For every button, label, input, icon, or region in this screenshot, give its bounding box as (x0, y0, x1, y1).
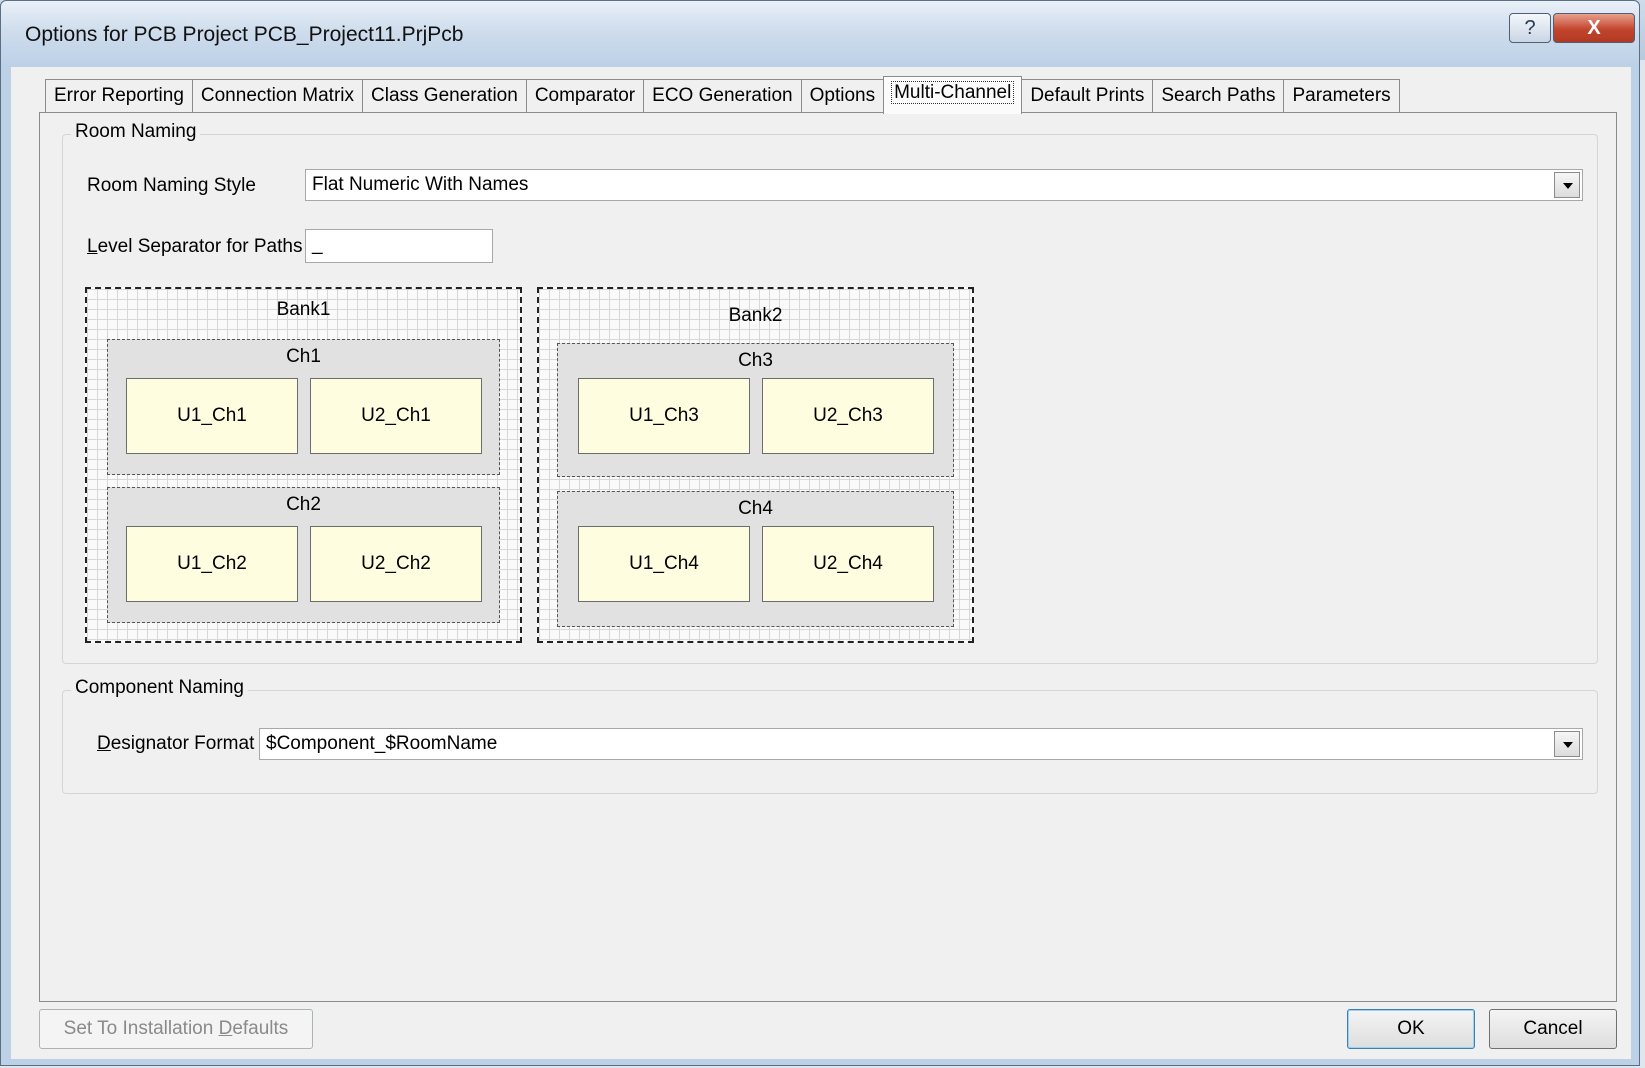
tab-label: Search Paths (1161, 85, 1276, 106)
tab-comparator[interactable]: Comparator (525, 79, 645, 112)
component-box: U2_Ch4 (762, 526, 934, 602)
tab-label: ECO Generation (652, 85, 793, 106)
channel-label: Ch1 (286, 346, 321, 367)
chevron-down-icon[interactable] (1554, 731, 1580, 757)
chevron-down-icon[interactable] (1554, 172, 1580, 198)
component-box: U1_Ch4 (578, 526, 750, 602)
tab-label: Connection Matrix (200, 85, 355, 106)
level-separator-label: Level Separator for Paths (87, 236, 302, 258)
level-separator-input[interactable]: _ (305, 229, 493, 263)
component-naming-group-label: Component Naming (71, 677, 248, 699)
designator-format-label: Designator Format (97, 733, 254, 755)
tab-label: Error Reporting (54, 85, 184, 106)
component-box: U1_Ch1 (126, 378, 298, 454)
component-box: U2_Ch1 (310, 378, 482, 454)
defaults-button-label-key: D (218, 1018, 233, 1039)
defaults-button-label-post: efaults (232, 1018, 289, 1039)
bank-label: Bank1 (276, 299, 331, 320)
help-button[interactable]: ? (1509, 13, 1551, 43)
designator-format-label-key: D (97, 733, 111, 754)
close-icon: X (1587, 17, 1601, 39)
channel-label: Ch4 (738, 498, 773, 519)
bank-box: Bank2 Ch3 U1_Ch3 U2_Ch3 Ch4 U1_Ch4 U2_Ch… (537, 287, 974, 643)
channel-box: Ch3 U1_Ch3 U2_Ch3 (557, 343, 954, 477)
tab-label: Default Prints (1030, 85, 1145, 106)
bank-label: Bank2 (728, 305, 783, 326)
designator-format-label-rest: esignator Format (110, 733, 255, 754)
designator-format-value: $Component_$RoomName (266, 733, 498, 754)
options-dialog: Options for PCB Project PCB_Project11.Pr… (0, 0, 1640, 1066)
multi-channel-pane: Room Naming Room Naming Style Flat Numer… (39, 112, 1617, 1002)
channel-box: Ch1 U1_Ch1 U2_Ch1 (107, 339, 500, 475)
tab-default-prints[interactable]: Default Prints (1021, 79, 1154, 112)
room-naming-group-label: Room Naming (71, 121, 201, 143)
level-separator-label-key: L (87, 236, 98, 257)
close-button[interactable]: X (1553, 13, 1635, 43)
tab-label: Multi-Channel (891, 81, 1015, 104)
designator-format-dropdown[interactable]: $Component_$RoomName (259, 728, 1583, 760)
bank-box: Bank1 Ch1 U1_Ch1 U2_Ch1 Ch2 U1_Ch2 U2_Ch… (85, 287, 522, 643)
room-naming-style-dropdown[interactable]: Flat Numeric With Names (305, 169, 1583, 201)
tab-connection-matrix[interactable]: Connection Matrix (191, 79, 364, 112)
defaults-button-label-pre: Set To Installation (63, 1018, 219, 1039)
tab-label: Options (809, 85, 876, 106)
component-box: U1_Ch3 (578, 378, 750, 454)
help-icon: ? (1524, 17, 1536, 39)
tab-strip: Error Reporting Connection Matrix Class … (45, 76, 1400, 114)
level-separator-label-rest: evel Separator for Paths (97, 236, 303, 257)
tab-class-generation[interactable]: Class Generation (362, 79, 527, 112)
window-title: Options for PCB Project PCB_Project11.Pr… (25, 23, 464, 46)
title-bar[interactable]: Options for PCB Project PCB_Project11.Pr… (1, 1, 1639, 67)
room-naming-group: Room Naming Room Naming Style Flat Numer… (62, 121, 1598, 664)
cancel-button[interactable]: Cancel (1489, 1009, 1617, 1049)
tab-label: Parameters (1292, 85, 1391, 106)
set-to-installation-defaults-button[interactable]: Set To Installation Defaults (39, 1009, 313, 1049)
component-naming-group: Component Naming Designator Format $Comp… (62, 677, 1598, 794)
channel-label: Ch2 (286, 494, 321, 515)
channel-box: Ch2 U1_Ch2 U2_Ch2 (107, 487, 500, 623)
tab-error-reporting[interactable]: Error Reporting (45, 79, 193, 112)
tab-label: Class Generation (371, 85, 518, 106)
tab-options[interactable]: Options (800, 79, 885, 112)
channel-box: Ch4 U1_Ch4 U2_Ch4 (557, 491, 954, 627)
tab-multi-channel[interactable]: Multi-Channel (883, 76, 1023, 114)
component-box: U2_Ch3 (762, 378, 934, 454)
room-naming-style-value: Flat Numeric With Names (312, 174, 529, 195)
tab-label: Comparator (534, 85, 636, 106)
tab-parameters[interactable]: Parameters (1283, 79, 1400, 112)
channel-label: Ch3 (738, 350, 773, 371)
component-box: U2_Ch2 (310, 526, 482, 602)
ok-button[interactable]: OK (1347, 1009, 1475, 1049)
room-naming-style-label: Room Naming Style (87, 175, 256, 196)
tab-eco-generation[interactable]: ECO Generation (643, 79, 802, 112)
dialog-client: Error Reporting Connection Matrix Class … (11, 67, 1631, 1059)
tab-search-paths[interactable]: Search Paths (1152, 79, 1285, 112)
component-box: U1_Ch2 (126, 526, 298, 602)
